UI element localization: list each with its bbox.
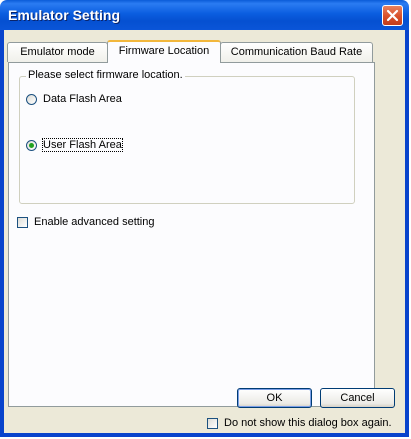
enable-advanced-setting-checkbox[interactable]: Enable advanced setting xyxy=(17,216,154,228)
tab-firmware-location[interactable]: Firmware Location xyxy=(107,40,221,63)
radio-selected-icon[interactable] xyxy=(26,139,37,151)
dialog-title: Emulator Setting xyxy=(8,7,121,23)
tab-label: Emulator mode xyxy=(20,46,95,58)
close-icon xyxy=(386,9,399,22)
dialog-client-area: Emulator mode Firmware Location Communic… xyxy=(4,30,405,433)
firmware-location-group: Please select firmware location. Data Fl… xyxy=(19,69,355,204)
cancel-button[interactable]: Cancel xyxy=(320,388,395,408)
tab-communication-baud-rate[interactable]: Communication Baud Rate xyxy=(220,42,373,62)
do-not-show-again-checkbox[interactable]: Do not show this dialog box again. xyxy=(207,417,392,429)
checkbox-label[interactable]: Enable advanced setting xyxy=(34,216,154,228)
radio-button-icon[interactable] xyxy=(26,93,37,105)
window-frame: Emulator mode Firmware Location Communic… xyxy=(0,30,409,437)
checkbox-icon[interactable] xyxy=(17,216,28,228)
tab-panel: Please select firmware location. Data Fl… xyxy=(8,62,375,407)
radio-label-user-flash-area[interactable]: User Flash Area xyxy=(42,138,123,152)
ok-button[interactable]: OK xyxy=(237,388,312,408)
checkbox-label[interactable]: Do not show this dialog box again. xyxy=(224,417,392,429)
radio-label-data-flash-area[interactable]: Data Flash Area xyxy=(43,93,122,105)
tab-label: Communication Baud Rate xyxy=(230,46,363,58)
tab-label: Firmware Location xyxy=(118,45,210,57)
dialog-window: Emulator Setting Emulator mode Firmware … xyxy=(0,0,409,437)
title-bar[interactable]: Emulator Setting xyxy=(0,0,409,30)
checkbox-icon[interactable] xyxy=(207,417,218,429)
tab-emulator-mode[interactable]: Emulator mode xyxy=(7,42,108,62)
radio-data-flash-area[interactable]: Data Flash Area xyxy=(26,93,122,105)
cancel-button-label: Cancel xyxy=(340,392,375,404)
group-legend: Please select firmware location. xyxy=(26,69,185,81)
close-button[interactable] xyxy=(382,5,403,26)
ok-button-label: OK xyxy=(266,392,283,404)
radio-user-flash-area[interactable]: User Flash Area xyxy=(26,138,123,152)
